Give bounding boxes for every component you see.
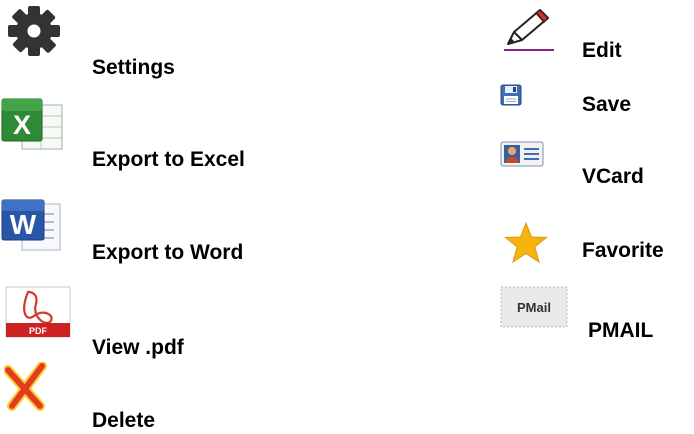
gear-icon <box>8 6 60 56</box>
export-word-label: Export to Word <box>92 241 244 264</box>
word-icon: W <box>1 199 61 251</box>
export-excel-label: Export to Excel <box>92 148 245 171</box>
svg-text:W: W <box>10 209 37 240</box>
vcard-icon <box>500 141 544 167</box>
pdf-icon: PDF <box>5 286 71 338</box>
pencil-icon <box>504 9 554 51</box>
view-pdf-label: View .pdf <box>92 336 184 359</box>
floppy-disk-icon <box>500 84 522 106</box>
delete-x-icon <box>4 362 47 411</box>
settings-label: Settings <box>92 56 175 79</box>
svg-text:X: X <box>13 110 31 140</box>
vcard-label: VCard <box>582 165 644 188</box>
excel-icon: X <box>1 98 63 150</box>
edit-label: Edit <box>582 39 622 62</box>
delete-label: Delete <box>92 409 156 432</box>
favorite-label: Favorite <box>582 239 664 262</box>
pmail-icon: PMail <box>500 286 568 328</box>
star-icon <box>504 222 548 264</box>
pmail-icon-text: PMail <box>517 300 551 315</box>
save-label: Save <box>582 93 632 116</box>
svg-text:PDF: PDF <box>29 326 48 336</box>
pmail-label: PMAIL <box>588 319 654 342</box>
